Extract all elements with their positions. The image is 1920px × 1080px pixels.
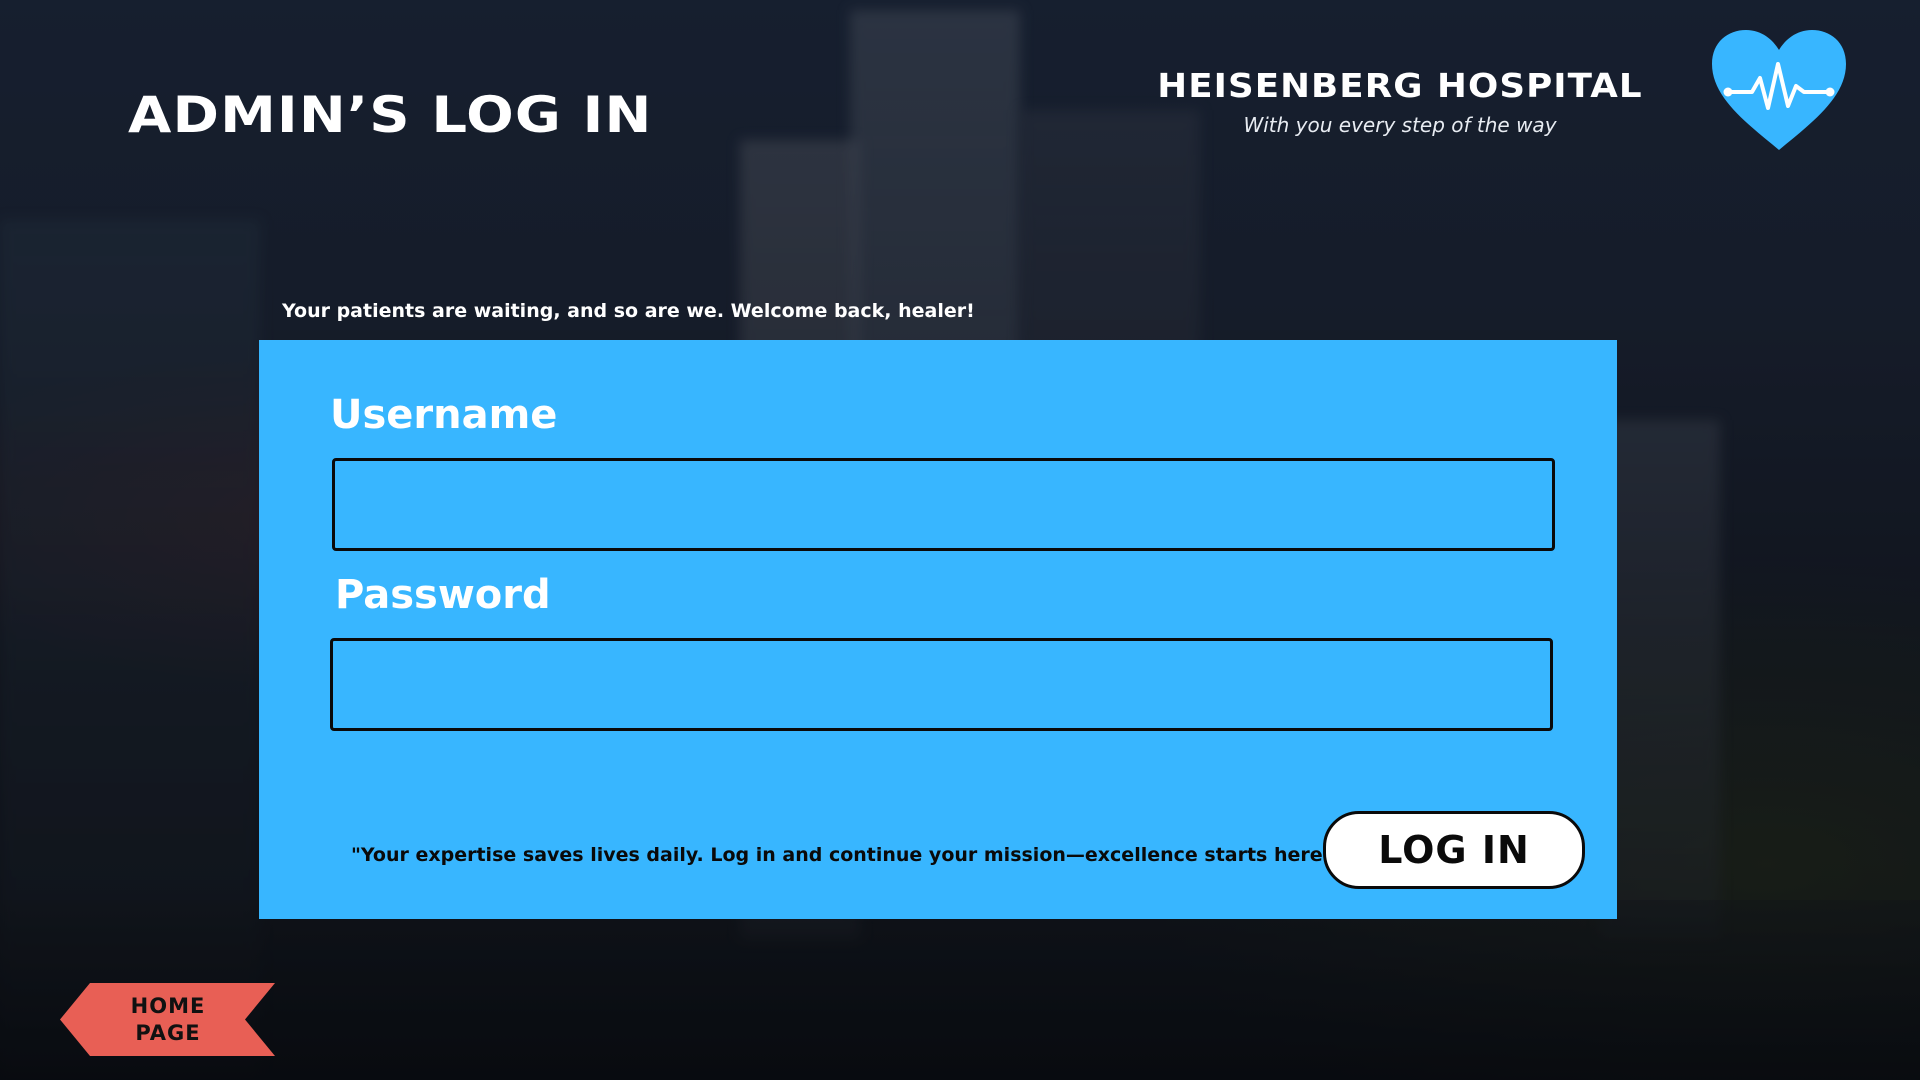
heart-pulse-icon (1712, 30, 1846, 150)
log-in-button[interactable]: LOG IN (1323, 811, 1585, 889)
home-page-label-line1: HOME (130, 994, 206, 1018)
password-label: Password (335, 572, 551, 618)
home-page-button[interactable]: HOME PAGE (60, 983, 275, 1056)
brand-block: HEISENBERG HOSPITAL With you every step … (1110, 66, 1690, 137)
username-input[interactable] (332, 458, 1555, 551)
page-title: ADMIN’S LOG IN (128, 86, 653, 144)
motivational-quote: "Your expertise saves lives daily. Log i… (351, 844, 1340, 866)
welcome-message: Your patients are waiting, and so are we… (282, 300, 975, 322)
password-input[interactable] (330, 638, 1553, 731)
login-panel: Username Password "Your expertise saves … (259, 340, 1617, 919)
home-page-label: HOME PAGE (108, 993, 228, 1047)
brand-name: HEISENBERG HOSPITAL (1157, 66, 1643, 105)
username-label: Username (330, 392, 558, 438)
home-page-label-line2: PAGE (135, 1021, 201, 1045)
brand-tagline: With you every step of the way (1243, 113, 1557, 137)
